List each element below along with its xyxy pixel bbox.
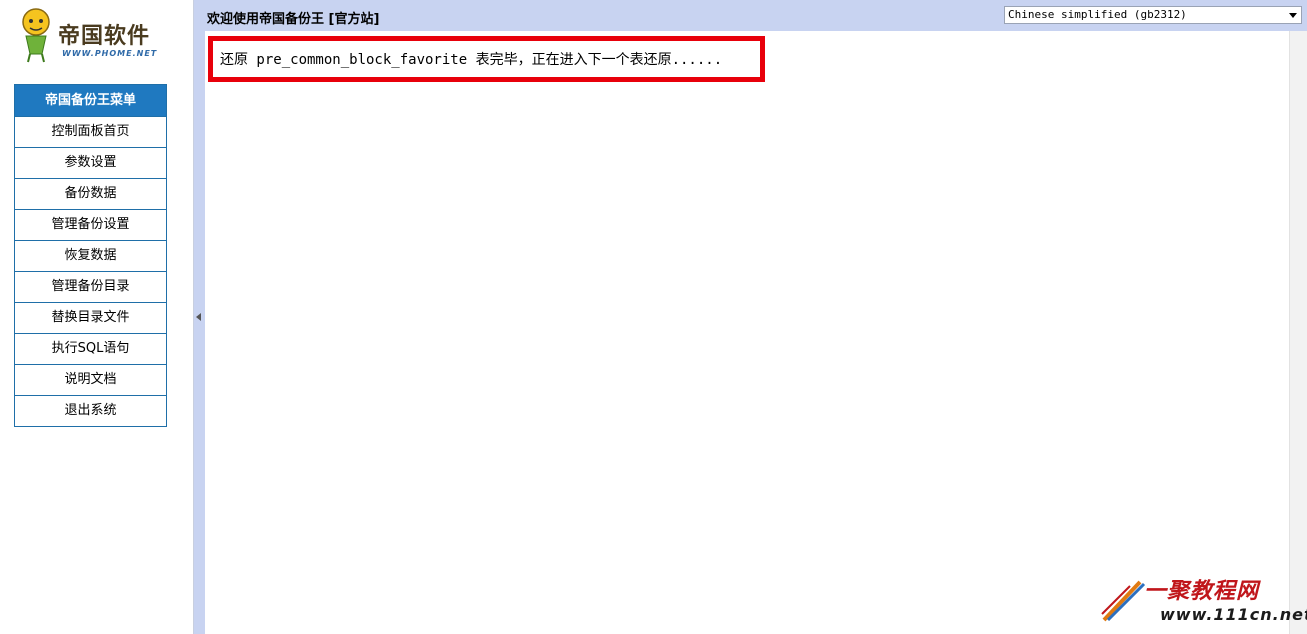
menu-item-execute-sql[interactable]: 执行SQL语句 — [15, 333, 166, 364]
logo-text: 帝国软件 — [58, 24, 151, 49]
menu-item-manage-backup-settings[interactable]: 管理备份设置 — [15, 209, 166, 240]
menu-item-logout[interactable]: 退出系统 — [15, 395, 166, 426]
menu-item-restore-data[interactable]: 恢复数据 — [15, 240, 166, 271]
menu-title: 帝国备份王菜单 — [15, 85, 166, 116]
menu-item-control-panel[interactable]: 控制面板首页 — [15, 116, 166, 147]
restore-status-message: 还原 pre_common_block_favorite 表完毕，正在进入下一个… — [220, 52, 723, 68]
menu-item-replace-directory-files[interactable]: 替换目录文件 — [15, 302, 166, 333]
mascot-icon — [22, 8, 50, 63]
empire-logo: 帝国软件 WWW.PHOME.NET — [16, 4, 166, 68]
main-content: 还原 pre_common_block_favorite 表完毕，正在进入下一个… — [205, 31, 1289, 634]
left-frame: 帝国软件 WWW.PHOME.NET 帝国备份王菜单 控制面板首页 参数设置 备… — [0, 0, 194, 634]
side-menu: 帝国备份王菜单 控制面板首页 参数设置 备份数据 管理备份设置 恢复数据 管理备… — [14, 84, 167, 427]
chevron-down-icon[interactable] — [1289, 13, 1297, 18]
language-select-value: Chinese simplified (gb2312) — [1008, 8, 1187, 21]
menu-item-manage-backup-directory[interactable]: 管理备份目录 — [15, 271, 166, 302]
collapse-left-icon[interactable] — [196, 313, 201, 321]
language-select[interactable]: Chinese simplified (gb2312) — [1004, 6, 1302, 24]
menu-item-settings[interactable]: 参数设置 — [15, 147, 166, 178]
watermark: 一聚教程网 www.111cn.net — [1100, 568, 1307, 634]
menu-item-documentation[interactable]: 说明文档 — [15, 364, 166, 395]
menu-item-backup-data[interactable]: 备份数据 — [15, 178, 166, 209]
frame-splitter[interactable] — [194, 0, 205, 634]
pen-logo-icon — [1101, 580, 1146, 622]
status-highlight-box: 还原 pre_common_block_favorite 表完毕，正在进入下一个… — [208, 36, 765, 82]
watermark-url: www.111cn.net — [1160, 605, 1307, 624]
header-bar: 欢迎使用帝国备份王 [官方站] Chinese simplified (gb23… — [205, 0, 1307, 31]
logo-subtext: WWW.PHOME.NET — [62, 49, 158, 58]
watermark-title: 一聚教程网 — [1144, 579, 1260, 604]
welcome-text: 欢迎使用帝国备份王 [官方站] — [207, 12, 380, 27]
vertical-scrollbar[interactable] — [1289, 31, 1307, 634]
